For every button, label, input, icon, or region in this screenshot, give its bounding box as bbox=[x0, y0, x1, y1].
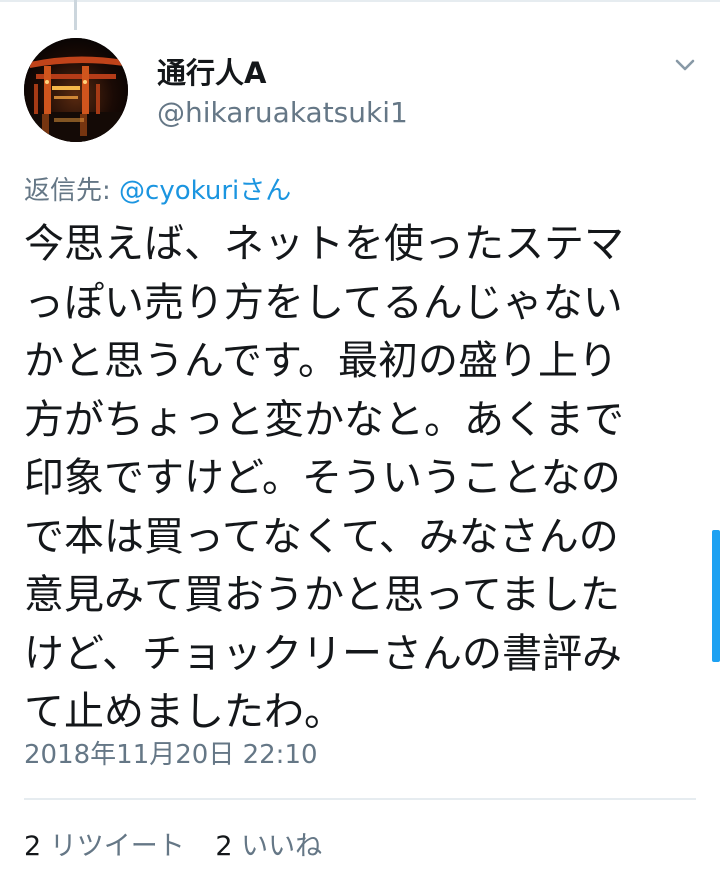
tweet-line: て止めましたわ。 bbox=[24, 689, 344, 735]
author-handle[interactable]: @hikaruakatsuki1 bbox=[157, 96, 408, 129]
retweet-count: 2 bbox=[24, 831, 42, 862]
tweet-line: 意見みて買おうかと思ってました bbox=[24, 572, 620, 618]
reply-context: 返信先: @cyokuriさん bbox=[24, 170, 291, 207]
reply-mention-link[interactable]: @cyokuri bbox=[119, 176, 239, 206]
retweet-stat[interactable]: 2 リツイート bbox=[24, 831, 185, 862]
tweet-line: で本は買ってなくて、みなさんの bbox=[24, 513, 619, 560]
reply-mention-suffix: さん bbox=[239, 176, 292, 206]
tweet-line: 印象ですけど。そういうことなの bbox=[24, 455, 621, 501]
tweet-line: 今思えば、ネットを使ったステマ bbox=[24, 221, 624, 267]
tweet-line: っぽい売り方をしてるんじゃない bbox=[24, 279, 623, 326]
thread-connector-line bbox=[74, 0, 77, 30]
top-border bbox=[0, 0, 720, 2]
author-display-name[interactable]: 通行人A bbox=[157, 50, 266, 92]
torii-gate-photo bbox=[24, 38, 128, 142]
retweet-label: リツイート bbox=[49, 831, 185, 862]
like-label: いいね bbox=[241, 831, 323, 862]
chevron-down-icon[interactable] bbox=[670, 54, 700, 76]
like-count: 2 bbox=[215, 831, 233, 862]
tweet-text: 今思えば、ネットを使ったステマ っぽい売り方をしてるんじゃない かと思うんです。… bbox=[24, 215, 700, 742]
tweet-line: けど、チョックリーさんの書評み bbox=[24, 630, 622, 677]
tweet-timestamp[interactable]: 2018年11月20日 22:10 bbox=[24, 734, 318, 771]
reply-prefix: 返信先: bbox=[24, 176, 120, 206]
divider bbox=[24, 798, 696, 800]
scroll-indicator[interactable] bbox=[712, 530, 720, 662]
avatar[interactable] bbox=[24, 38, 128, 142]
tweet-line: 方がちょっと変かなと。あくまで bbox=[24, 396, 624, 443]
tweet-stats: 2 リツイート 2 いいね bbox=[24, 824, 344, 863]
like-stat[interactable]: 2 いいね bbox=[215, 831, 322, 862]
tweet-line: かと思うんです。最初の盛り上り bbox=[24, 338, 618, 384]
